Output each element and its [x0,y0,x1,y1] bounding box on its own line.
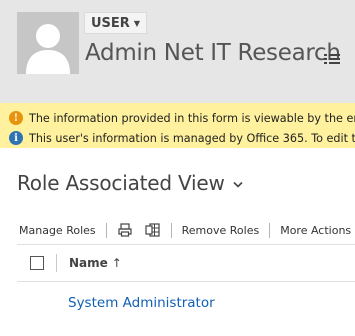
notification-text: This user's information is managed by Of… [29,131,355,145]
grid-header: Name ↑ [17,244,355,282]
select-all-checkbox[interactable] [30,256,44,270]
spreadsheet-icon [145,223,160,237]
column-header-label: Name [69,256,108,270]
printer-icon [118,223,132,237]
manage-roles-label: Manage Roles [19,223,96,237]
divider [269,222,271,238]
chevron-down-icon [233,181,243,188]
print-button[interactable] [115,219,135,241]
more-actions-label: More Actions [280,223,352,237]
name-column-header[interactable]: Name ↑ [69,256,122,270]
command-bar: Manage Roles Remove Roles More Actions ▼ [17,219,355,241]
more-actions-button[interactable]: More Actions ▼ [278,219,355,241]
notification-bar: ! The information provided in this form … [0,103,355,148]
entity-type-selector[interactable]: USER ▼ [84,12,147,34]
info-icon: i [9,131,23,145]
export-button[interactable] [143,219,163,241]
menu-icon[interactable] [323,52,341,66]
remove-roles-button[interactable]: Remove Roles [180,219,262,241]
divider [170,222,172,238]
notification-warning: ! The information provided in this form … [9,109,355,127]
record-title: Admin Net IT Research [85,40,341,66]
table-row[interactable]: System Administrator [17,283,355,323]
notification-info: i This user's information is managed by … [9,129,355,147]
exclamation-icon: ! [9,111,23,125]
caret-down-icon: ▼ [133,18,140,28]
user-silhouette-icon [17,12,79,74]
divider [105,222,107,238]
sort-ascending-icon: ↑ [111,256,122,270]
avatar[interactable] [17,12,79,74]
remove-roles-label: Remove Roles [181,223,260,237]
manage-roles-button[interactable]: Manage Roles [17,219,98,241]
entity-type-label: USER [91,15,130,31]
column-divider [56,254,57,272]
role-link[interactable]: System Administrator [68,295,215,311]
record-header: USER ▼ Admin Net IT Research [0,0,355,103]
view-selector[interactable]: Role Associated View [17,171,243,195]
view-title: Role Associated View [17,171,225,195]
notification-text: The information provided in this form is… [29,111,355,125]
